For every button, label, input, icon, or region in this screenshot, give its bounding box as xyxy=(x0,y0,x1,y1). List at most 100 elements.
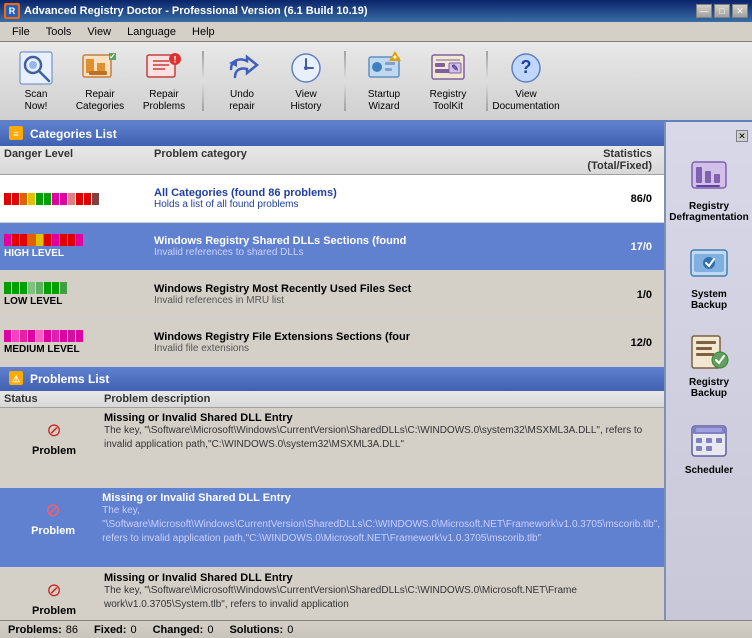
repair-problems-label: RepairProblems xyxy=(143,89,185,113)
categories-header-icon: ≡ xyxy=(8,125,24,144)
cat-sub-med: Invalid file extensions xyxy=(154,343,540,354)
sidebar-item-system-backup[interactable]: SystemBackup xyxy=(669,234,749,318)
prob-title-2: Missing or Invalid Shared DLL Entry xyxy=(102,492,660,504)
registry-backup-icon xyxy=(687,329,731,373)
cat-stats-all: 86/0 xyxy=(540,193,660,205)
registry-toolkit-label: RegistryToolKit xyxy=(430,89,467,113)
changed-value: 0 xyxy=(207,624,213,636)
fixed-value: 0 xyxy=(130,624,136,636)
solutions-label: Solutions: xyxy=(229,624,283,636)
problems-header: ⚠ Problems List xyxy=(0,367,664,391)
startup-wizard-icon: ✦ xyxy=(364,49,404,87)
category-row-mru[interactable]: LOW LEVEL Windows Registry Most Recently… xyxy=(0,271,664,319)
undo-repair-label: Undorepair xyxy=(229,89,255,113)
view-docs-label: ViewDocumentation xyxy=(492,89,559,113)
menu-language[interactable]: Language xyxy=(119,24,184,40)
app-icon: R xyxy=(4,3,20,19)
status-fixed: Fixed: 0 xyxy=(94,624,137,636)
undo-repair-button[interactable]: Undorepair xyxy=(212,47,272,115)
danger-col-med: MEDIUM LEVEL xyxy=(4,330,154,355)
registry-toolkit-button[interactable]: ✎ RegistryToolKit xyxy=(418,47,478,115)
danger-bars-all xyxy=(4,193,99,205)
svg-text:?: ? xyxy=(521,57,532,77)
svg-text:✓: ✓ xyxy=(109,52,116,61)
repair-problems-button[interactable]: ! RepairProblems xyxy=(134,47,194,115)
toolbar-separator-2 xyxy=(344,51,346,111)
menu-bar: File Tools View Language Help xyxy=(0,22,752,42)
category-row-shared-dll[interactable]: HIGH LEVEL Windows Registry Shared DLLs … xyxy=(0,223,664,271)
sidebar-item-scheduler[interactable]: Scheduler xyxy=(669,410,749,483)
problems-label: Problems: xyxy=(8,624,62,636)
problems-value: 86 xyxy=(66,624,78,636)
view-history-button[interactable]: ViewHistory xyxy=(276,47,336,115)
changed-label: Changed: xyxy=(153,624,204,636)
scheduler-icon xyxy=(687,417,731,461)
startup-wizard-button[interactable]: ✦ StartupWizard xyxy=(354,47,414,115)
menu-help[interactable]: Help xyxy=(184,24,223,40)
history-icon xyxy=(286,49,326,87)
prob-title-3: Missing or Invalid Shared DLL Entry xyxy=(104,572,660,584)
status-changed: Changed: 0 xyxy=(153,624,214,636)
cat-sub-high: Invalid references to shared DLLs xyxy=(154,247,540,258)
prob-status-label-3: Problem xyxy=(32,605,76,617)
system-backup-icon xyxy=(687,241,731,285)
cat-stats-high: 17/0 xyxy=(540,241,660,253)
problems-section: ⚠ Problems List Status Problem descripti… xyxy=(0,367,664,620)
prob-desc-col-1: Missing or Invalid Shared DLL Entry The … xyxy=(104,412,660,452)
left-panel: ≡ Categories List Danger Level Problem c… xyxy=(0,122,664,620)
col-desc-header: Problem description xyxy=(104,393,660,405)
window-title: Advanced Registry Doctor - Professional … xyxy=(24,5,692,17)
problem-icon-2: ⊘ xyxy=(46,500,61,521)
window-controls: — □ ✕ xyxy=(696,4,748,18)
prob-status-col-3: ⊘ Problem xyxy=(4,572,104,617)
status-solutions: Solutions: 0 xyxy=(229,624,293,636)
svg-text:≡: ≡ xyxy=(13,129,18,139)
prob-desc-col-3: Missing or Invalid Shared DLL Entry The … xyxy=(104,572,660,612)
svg-text:!: ! xyxy=(174,55,177,65)
sidebar-item-defrag[interactable]: RegistryDefragmentation xyxy=(669,146,749,230)
problems-header-title: Problems List xyxy=(30,372,109,386)
fixed-label: Fixed: xyxy=(94,624,126,636)
view-docs-button[interactable]: ? ViewDocumentation xyxy=(496,47,556,115)
prob-status-col-2: ⊘ Problem xyxy=(4,492,102,537)
startup-wizard-label: StartupWizard xyxy=(368,89,400,113)
menu-view[interactable]: View xyxy=(79,24,119,40)
svg-text:✦: ✦ xyxy=(392,53,399,62)
solutions-value: 0 xyxy=(287,624,293,636)
problem-row-1[interactable]: ⊘ Problem Missing or Invalid Shared DLL … xyxy=(0,408,664,488)
repair-categories-button[interactable]: ✓ RepairCategories xyxy=(70,47,130,115)
scan-now-button[interactable]: ScanNow! xyxy=(6,47,66,115)
menu-file[interactable]: File xyxy=(4,24,38,40)
problems-list: ⊘ Problem Missing or Invalid Shared DLL … xyxy=(0,408,664,620)
category-row-file-ext[interactable]: MEDIUM LEVEL Windows Registry File Exten… xyxy=(0,319,664,367)
view-history-label: ViewHistory xyxy=(290,89,321,113)
prob-desc-col-2: Missing or Invalid Shared DLL Entry The … xyxy=(102,492,660,546)
category-row-all[interactable]: All Categories (found 86 problems) Holds… xyxy=(0,175,664,223)
problem-icon-1: ⊘ xyxy=(46,420,61,441)
prob-status-label-2: Problem xyxy=(31,525,75,537)
sidebar-item-registry-backup[interactable]: RegistryBackup xyxy=(669,322,749,406)
cat-title-low: Windows Registry Most Recently Used File… xyxy=(154,283,540,295)
system-backup-label: SystemBackup xyxy=(691,289,727,311)
close-button[interactable]: ✕ xyxy=(732,4,748,18)
minimize-button[interactable]: — xyxy=(696,4,712,18)
scheduler-label: Scheduler xyxy=(685,465,733,476)
problem-icon-3: ⊘ xyxy=(46,580,61,601)
cat-info-all: All Categories (found 86 problems) Holds… xyxy=(154,187,540,210)
problem-row-3[interactable]: ⊘ Problem Missing or Invalid Shared DLL … xyxy=(0,568,664,620)
sidebar-close-button[interactable]: ✕ xyxy=(736,130,748,142)
prob-desc-text-3: The key, "\Software\Microsoft\Windows\Cu… xyxy=(104,584,660,612)
registry-backup-label: RegistryBackup xyxy=(689,377,729,399)
scan-icon xyxy=(16,49,56,87)
maximize-button[interactable]: □ xyxy=(714,4,730,18)
col-stats-header: Statistics (Total/Fixed) xyxy=(540,148,660,172)
cat-title-med: Windows Registry File Extensions Section… xyxy=(154,331,540,343)
cat-info-high: Windows Registry Shared DLLs Sections (f… xyxy=(154,235,540,258)
repair-categories-icon: ✓ xyxy=(80,49,120,87)
problem-row-2[interactable]: ⊘ Problem Missing or Invalid Shared DLL … xyxy=(0,488,664,568)
prob-title-1: Missing or Invalid Shared DLL Entry xyxy=(104,412,660,424)
categories-header-title: Categories List xyxy=(30,127,117,141)
danger-bars-low xyxy=(4,282,67,294)
cat-stats-low: 1/0 xyxy=(540,289,660,301)
menu-tools[interactable]: Tools xyxy=(38,24,80,40)
